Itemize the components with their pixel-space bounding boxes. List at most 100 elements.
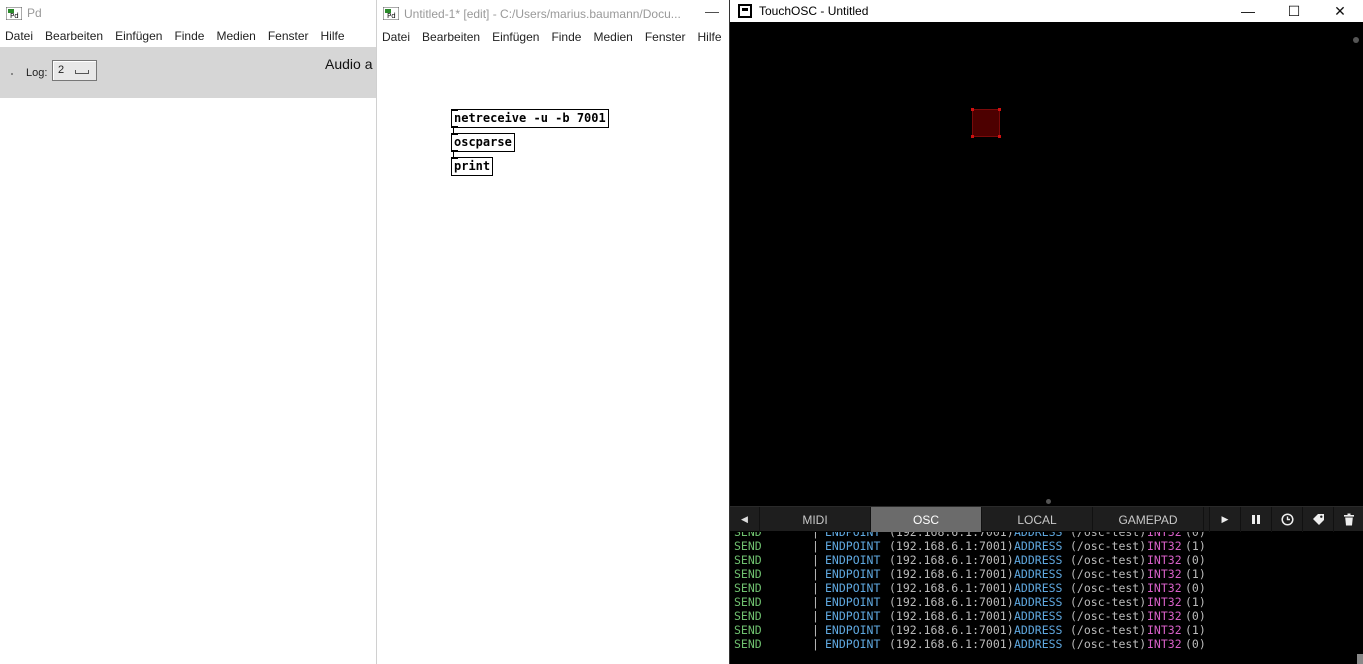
log-separator: | xyxy=(812,539,819,553)
log-direction: SEND xyxy=(734,553,762,567)
log-address-key: ADDRESS xyxy=(1014,532,1063,539)
log-endpoint-value: (192.168.6.1:7001) xyxy=(889,532,1014,539)
log-row: SEND | ENDPOINT (192.168.6.1:7001) ADDRESS (/… xyxy=(730,581,1363,595)
log-separator: | xyxy=(812,532,819,539)
log-type-value: (0) xyxy=(1185,637,1206,651)
pd-logo-icon: Pd xyxy=(6,6,22,20)
menu-hilfe[interactable]: Hilfe xyxy=(315,29,351,43)
log-direction: SEND xyxy=(734,539,762,553)
log-direction: SEND xyxy=(734,567,762,581)
clock-icon[interactable] xyxy=(1271,507,1302,532)
inlet[interactable] xyxy=(451,133,458,135)
log-address-key: ADDRESS xyxy=(1014,539,1063,553)
triangle-left-icon[interactable]: ◀ xyxy=(730,507,760,532)
inlet[interactable] xyxy=(451,157,458,159)
tab-local[interactable]: LOCAL xyxy=(982,507,1093,532)
menu-bearbeiten[interactable]: Bearbeiten xyxy=(416,30,486,44)
minimize-button[interactable]: — xyxy=(1225,0,1271,22)
menu-finde[interactable]: Finde xyxy=(168,29,210,43)
menu-hilfe[interactable]: Hilfe xyxy=(692,30,728,44)
log-address-key: ADDRESS xyxy=(1014,553,1063,567)
print-object[interactable]: print xyxy=(451,157,494,176)
log-type-value: (0) xyxy=(1185,553,1206,567)
tag-icon[interactable] xyxy=(1302,507,1333,532)
pd-main-toolbar: Log: 2 Audio a xyxy=(0,47,376,98)
log-row: SEND | ENDPOINT (192.168.6.1:7001) ADDRESS (/… xyxy=(730,637,1363,651)
tab-midi[interactable]: MIDI xyxy=(760,507,871,532)
log-tabs: ◀ MIDI OSC LOCAL GAMEPAD ▶ xyxy=(730,506,1363,532)
log-address-key: ADDRESS xyxy=(1014,581,1063,595)
canvas-handle-icon[interactable] xyxy=(1353,37,1359,43)
log-endpoint-key: ENDPOINT xyxy=(825,532,881,539)
audio-status-label: Audio a xyxy=(325,56,373,72)
pd-patch-menubar: Datei Bearbeiten Einfügen Finde Medien F… xyxy=(377,27,729,47)
log-endpoint-key: ENDPOINT xyxy=(825,581,881,595)
pd-main-window: Pd Pd Datei Bearbeiten Einfügen Finde Me… xyxy=(0,0,376,664)
pause-icon[interactable] xyxy=(1240,507,1271,532)
log-type-key: INT32 xyxy=(1147,532,1182,539)
log-level-value: 2 xyxy=(58,64,65,76)
menu-medien[interactable]: Medien xyxy=(587,30,638,44)
menu-medien[interactable]: Medien xyxy=(210,29,261,43)
log-endpoint-value: (192.168.6.1:7001) xyxy=(889,539,1014,553)
log-separator: | xyxy=(812,609,819,623)
log-separator: | xyxy=(812,623,819,637)
log-direction: SEND xyxy=(734,623,762,637)
log-endpoint-key: ENDPOINT xyxy=(825,637,881,651)
dsp-indicator xyxy=(11,73,13,75)
log-row: SEND | ENDPOINT (192.168.6.1:7001) ADDRESS (/… xyxy=(730,623,1363,637)
menu-bearbeiten[interactable]: Bearbeiten xyxy=(39,29,109,43)
control-canvas[interactable] xyxy=(730,26,1363,506)
log-row: SEND | ENDPOINT (192.168.6.1:7001) ADDRESS (/… xyxy=(730,567,1363,581)
osc-log[interactable]: SEND | ENDPOINT (192.168.6.1:7001) ADDRESS (/… xyxy=(730,532,1363,664)
menu-finde[interactable]: Finde xyxy=(545,30,587,44)
log-label: Log: xyxy=(26,67,48,79)
menu-fenster[interactable]: Fenster xyxy=(262,29,315,43)
log-endpoint-value: (192.168.6.1:7001) xyxy=(889,595,1014,609)
log-endpoint-value: (192.168.6.1:7001) xyxy=(889,553,1014,567)
log-type-value: (0) xyxy=(1185,532,1206,539)
log-type-key: INT32 xyxy=(1147,539,1182,553)
svg-text:Pd: Pd xyxy=(10,12,19,20)
log-type-value: (1) xyxy=(1185,567,1206,581)
log-endpoint-value: (192.168.6.1:7001) xyxy=(889,581,1014,595)
menu-fenster[interactable]: Fenster xyxy=(639,30,692,44)
log-type-key: INT32 xyxy=(1147,581,1182,595)
splitter-handle-icon[interactable] xyxy=(1046,499,1051,504)
touchosc-title: TouchOSC - Untitled xyxy=(759,4,869,18)
log-row: SEND | ENDPOINT (192.168.6.1:7001) ADDRESS (/… xyxy=(730,595,1363,609)
tab-gamepad[interactable]: GAMEPAD xyxy=(1093,507,1204,532)
osc-button-control[interactable] xyxy=(971,108,1001,138)
menu-einfuegen[interactable]: Einfügen xyxy=(109,29,168,43)
maximize-button[interactable]: ☐ xyxy=(1271,0,1317,22)
log-type-key: INT32 xyxy=(1147,609,1182,623)
log-type-value: (1) xyxy=(1185,623,1206,637)
log-address-value: (/osc-test) xyxy=(1070,539,1147,553)
netreceive-object[interactable]: netreceive -u -b 7001 xyxy=(451,109,609,128)
log-address-value: (/osc-test) xyxy=(1070,623,1147,637)
minimize-button[interactable]: — xyxy=(705,3,719,19)
log-type-value: (1) xyxy=(1185,539,1206,553)
menu-einfuegen[interactable]: Einfügen xyxy=(486,30,545,44)
log-endpoint-key: ENDPOINT xyxy=(825,553,881,567)
menu-datei[interactable]: Datei xyxy=(0,29,39,43)
log-level-select[interactable]: 2 xyxy=(52,60,97,81)
close-button[interactable]: ✕ xyxy=(1317,0,1363,22)
log-direction: SEND xyxy=(734,609,762,623)
oscparse-object[interactable]: oscparse xyxy=(451,133,515,152)
log-direction: SEND xyxy=(734,532,762,539)
log-address-value: (/osc-test) xyxy=(1070,553,1147,567)
log-type-value: (0) xyxy=(1185,581,1206,595)
log-scrollbar[interactable] xyxy=(1357,654,1363,664)
log-address-key: ADDRESS xyxy=(1014,623,1063,637)
log-endpoint-key: ENDPOINT xyxy=(825,609,881,623)
triangle-right-icon[interactable]: ▶ xyxy=(1209,507,1240,532)
log-address-value: (/osc-test) xyxy=(1070,637,1147,651)
trash-icon[interactable] xyxy=(1333,507,1363,532)
log-direction: SEND xyxy=(734,581,762,595)
tab-osc[interactable]: OSC xyxy=(871,507,982,532)
log-type-key: INT32 xyxy=(1147,637,1182,651)
pd-patch-title: Untitled-1* [edit] - C:/Users/marius.bau… xyxy=(404,6,681,21)
log-address-value: (/osc-test) xyxy=(1070,532,1147,539)
menu-datei[interactable]: Datei xyxy=(377,30,416,44)
